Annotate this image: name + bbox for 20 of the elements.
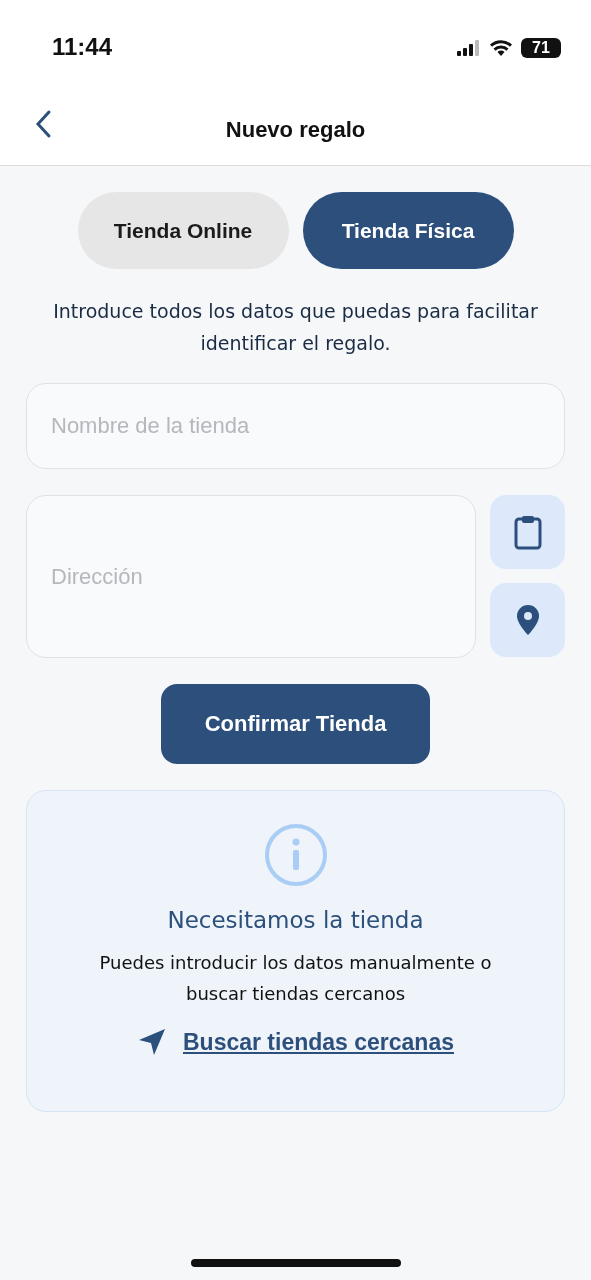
status-time: 11:44 (52, 32, 113, 61)
paste-button[interactable] (490, 495, 565, 569)
back-icon[interactable] (34, 109, 52, 139)
search-nearby-link[interactable]: Buscar tiendas cercanas (182, 1028, 454, 1056)
instruction-text: Introduce todos los datos que puedas para facilitar identificar el regalo. (52, 299, 539, 356)
store-name-field[interactable]: Nombre de la tienda (26, 383, 565, 469)
address-field[interactable]: Dirección (26, 495, 476, 658)
clipboard-icon (512, 514, 543, 550)
info-title: Necesitamos la tienda (167, 907, 424, 933)
location-button[interactable] (490, 583, 565, 657)
store-type-tab[interactable]: Tienda Física (302, 192, 514, 269)
signal-icon (457, 39, 481, 56)
battery-icon: 71 (521, 37, 561, 58)
location-pin-icon (515, 604, 540, 636)
info-icon (263, 823, 328, 887)
screen-title: Nuevo regalo (225, 117, 366, 143)
store-type-tab[interactable]: Tienda Online (77, 192, 289, 269)
confirm-store-button[interactable]: Confirmar Tienda (161, 684, 430, 764)
wifi-icon (489, 38, 513, 57)
info-message: Puedes introducir los datos manualmente o buscar tiendas cercanos (98, 951, 493, 1006)
